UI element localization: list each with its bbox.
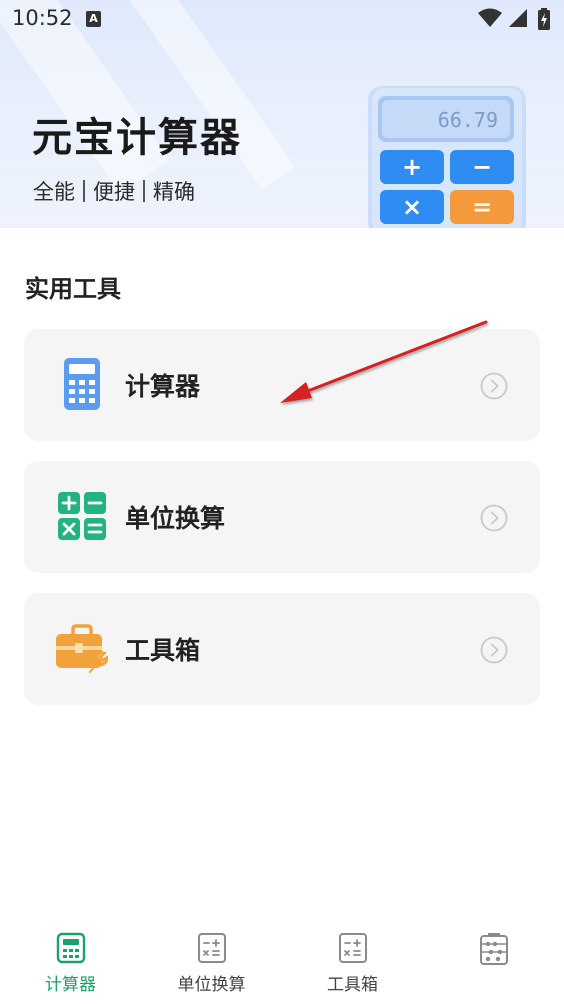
toolbox-icon xyxy=(339,933,367,963)
toolbox-icon xyxy=(56,624,108,673)
calculator-icon xyxy=(56,932,86,964)
tagline-item: 全能 xyxy=(33,180,75,204)
nav-item-calculator[interactable]: 计算器 xyxy=(0,920,141,1004)
illustration-key: × xyxy=(402,193,422,221)
chevron-right-icon xyxy=(480,636,508,664)
bottom-navigation: 计算器 单位换算 工具箱 xyxy=(0,920,564,1004)
abacus-icon xyxy=(480,933,508,965)
notification-icon: A xyxy=(86,11,101,27)
nav-label: 计算器 xyxy=(45,975,96,995)
chevron-right-icon xyxy=(480,504,508,532)
signal-icon xyxy=(509,9,527,27)
tagline-divider xyxy=(83,180,85,202)
status-bar: 10:52 A xyxy=(0,0,564,40)
tagline-item: 便捷 xyxy=(93,180,135,204)
tool-card-calculator[interactable]: 计算器 xyxy=(24,329,540,441)
illustration-key: = xyxy=(472,193,492,221)
tool-card-label: 工具箱 xyxy=(125,636,201,665)
nav-item-toolbox[interactable]: 工具箱 xyxy=(282,920,423,1004)
battery-icon xyxy=(538,8,550,30)
unit-conversion-icon xyxy=(58,492,106,540)
status-time: 10:52 xyxy=(12,6,73,30)
wifi-icon xyxy=(478,8,502,27)
nav-label: 单位换算 xyxy=(177,975,246,995)
app-title: 元宝计算器 xyxy=(32,115,242,161)
illustration-key: − xyxy=(472,153,492,181)
tool-card-unit-conversion[interactable]: 单位换算 xyxy=(24,461,540,573)
nav-item-unit-conversion[interactable]: 单位换算 xyxy=(141,920,282,1004)
calculator-illustration: 66.79 + − × = xyxy=(368,86,526,228)
nav-item-abacus[interactable] xyxy=(423,920,564,1004)
calculator-icon xyxy=(64,358,100,410)
tagline-item: 精确 xyxy=(153,180,195,204)
tool-card-label: 计算器 xyxy=(125,372,201,401)
tagline: 全能 便捷 精确 xyxy=(33,176,195,206)
illustration-key: + xyxy=(402,153,422,181)
section-title: 实用工具 xyxy=(25,275,121,303)
illustration-display: 66.79 xyxy=(438,108,498,132)
nav-label: 工具箱 xyxy=(327,975,378,995)
tool-card-label: 单位换算 xyxy=(125,504,226,533)
tagline-divider xyxy=(143,180,145,202)
chevron-right-icon xyxy=(480,372,508,400)
tool-card-toolbox[interactable]: 工具箱 xyxy=(24,593,540,705)
unit-conversion-icon xyxy=(198,933,226,963)
header-banner: 10:52 A 元宝计算器 全能 便捷 精确 66.79 + − × = xyxy=(0,0,564,228)
